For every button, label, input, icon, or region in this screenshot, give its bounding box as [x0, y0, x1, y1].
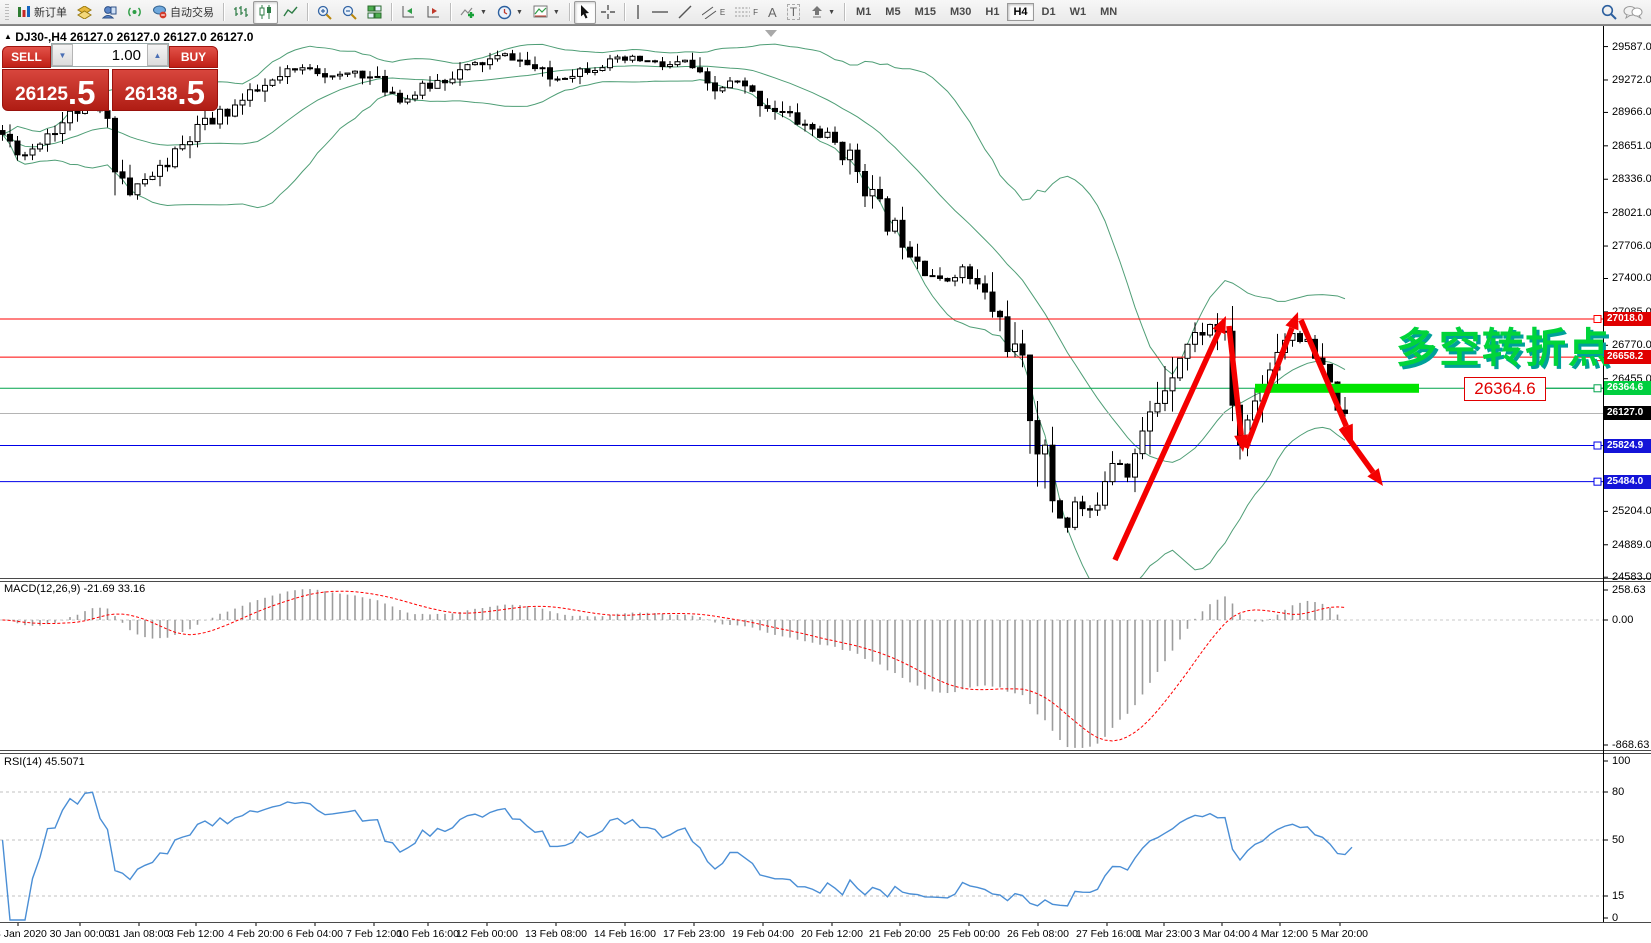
- price-level-box: 26364.6: [1604, 381, 1651, 395]
- sell-button[interactable]: SELL: [2, 46, 51, 68]
- time-axis-label: 30 Jan 00:00: [50, 928, 111, 940]
- time-axis-label: 7 Feb 12:00: [346, 928, 402, 940]
- turning-point-annotation: 多空转折点: [1396, 314, 1611, 374]
- time-axis-label: 13 Feb 08:00: [525, 928, 587, 940]
- symbol-triangle-icon: ▲: [4, 32, 12, 41]
- time-axis-label: 25 Feb 00:00: [938, 928, 1000, 940]
- time-axis-label: 26 Feb 08:00: [1007, 928, 1069, 940]
- price-tick-label: 28966.0: [1612, 106, 1651, 118]
- time-axis-label: 3 Mar 04:00: [1194, 928, 1250, 940]
- time-axis-label: 4 Mar 12:00: [1252, 928, 1308, 940]
- price-tick-label: 29272.0: [1612, 74, 1651, 86]
- price-tick-label: 28336.0: [1612, 173, 1651, 185]
- ohlc-values: 26127.0 26127.0 26127.0 26127.0: [70, 30, 254, 44]
- time-axis-label: 21 Feb 20:00: [869, 928, 931, 940]
- time-axis-label: 10 Feb 16:00: [397, 928, 459, 940]
- price-tick-label: 24889.0: [1612, 539, 1651, 551]
- time-axis-label: 20 Feb 12:00: [801, 928, 863, 940]
- indicator-axis-label: 0.00: [1612, 614, 1633, 626]
- volume-input[interactable]: [73, 44, 147, 66]
- price-tick-label: 29587.0: [1612, 41, 1651, 53]
- time-axis-label: 28 Jan 2020: [0, 928, 47, 940]
- current-price-box: 26127.0: [1604, 406, 1651, 420]
- one-click-trade-panel: SELL ▼ ▲ BUY 26125 .5 26138 .5: [2, 43, 218, 111]
- indicator-axis-label: 50: [1612, 834, 1624, 846]
- price-tick-label: 27706.0: [1612, 240, 1651, 252]
- sell-price-dec: .5: [68, 78, 96, 108]
- macd-label: MACD(12,26,9) -21.69 33.16: [4, 583, 145, 595]
- time-axis-label: 14 Feb 16:00: [594, 928, 656, 940]
- buy-price-display[interactable]: 26138 .5: [112, 69, 219, 111]
- time-axis-label: 6 Feb 04:00: [287, 928, 343, 940]
- chart-title: ▲ DJ30-,H4 26127.0 26127.0 26127.0 26127…: [4, 30, 253, 44]
- time-axis-label: 19 Feb 04:00: [732, 928, 794, 940]
- price-tag-annotation: 26364.6: [1464, 377, 1546, 401]
- sell-price-int: 26125: [15, 82, 68, 108]
- price-level-box: 25824.9: [1604, 439, 1651, 453]
- price-level-box: 25484.0: [1604, 475, 1651, 489]
- time-axis-label: 12 Feb 00:00: [456, 928, 518, 940]
- price-level-box: 26658.2: [1604, 350, 1651, 364]
- time-axis-label: 31 Jan 08:00: [109, 928, 170, 940]
- price-tick-label: 25204.0: [1612, 505, 1651, 517]
- chart-shift-marker[interactable]: [765, 30, 777, 37]
- chart-canvas[interactable]: [0, 0, 1651, 943]
- price-level-box: 27018.0: [1604, 312, 1651, 326]
- indicator-axis-label: -868.63: [1612, 739, 1649, 751]
- volume-increase-button[interactable]: ▲: [147, 44, 168, 66]
- indicator-axis-label: 15: [1612, 890, 1624, 902]
- price-tick-label: 24583.0: [1612, 571, 1651, 583]
- symbol-timeframe: DJ30-,H4: [15, 30, 66, 44]
- time-axis-label: 27 Feb 16:00: [1076, 928, 1138, 940]
- buy-button[interactable]: BUY: [169, 46, 218, 68]
- indicator-axis-label: 258.63: [1612, 584, 1646, 596]
- price-tick-label: 28651.0: [1612, 140, 1651, 152]
- time-axis-label: 17 Feb 23:00: [663, 928, 725, 940]
- price-tick-label: 28021.0: [1612, 207, 1651, 219]
- volume-box: ▼ ▲: [51, 43, 169, 67]
- rsi-label: RSI(14) 45.5071: [4, 756, 85, 768]
- indicator-axis-label: 100: [1612, 755, 1630, 767]
- indicator-axis-label: 0: [1612, 912, 1618, 924]
- indicator-axis-label: 80: [1612, 786, 1624, 798]
- buy-price-int: 26138: [125, 82, 178, 108]
- sell-price-display[interactable]: 26125 .5: [2, 69, 109, 111]
- buy-price-dec: .5: [177, 78, 205, 108]
- time-axis-label: 3 Feb 12:00: [168, 928, 224, 940]
- time-axis-label: 1 Mar 23:00: [1136, 928, 1192, 940]
- time-axis-label: 5 Mar 20:00: [1312, 928, 1368, 940]
- mt4-window: 新订单 自动交易: [0, 0, 1651, 943]
- price-tick-label: 27400.0: [1612, 272, 1651, 284]
- time-axis-label: 4 Feb 20:00: [228, 928, 284, 940]
- volume-decrease-button[interactable]: ▼: [52, 44, 73, 66]
